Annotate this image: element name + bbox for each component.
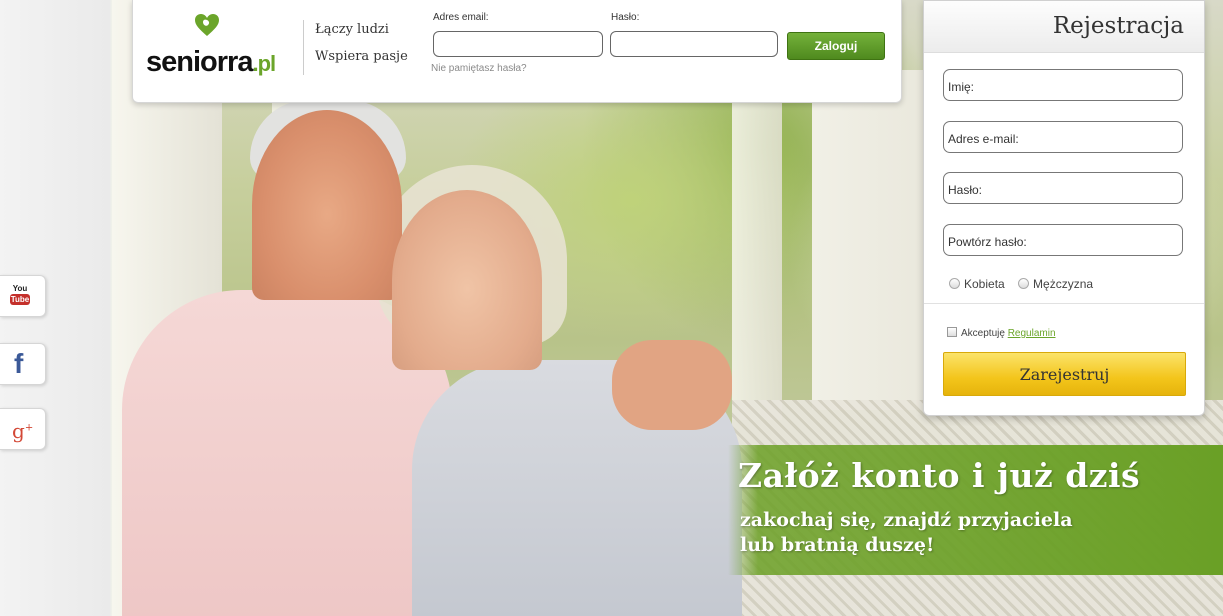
login-email-input[interactable] <box>433 31 603 57</box>
promo-subtext: zakochaj się, znajdź przyjaciela lub bra… <box>740 508 1073 558</box>
promo-line-1: zakochaj się, znajdź przyjaciela <box>740 509 1073 531</box>
password-field[interactable]: Hasło: <box>943 172 1183 204</box>
gender-selector: Kobieta Mężczyzna <box>949 277 1093 291</box>
header-card: seniorra.pl Łączy ludzi Wspiera pasje Ad… <box>132 0 902 103</box>
woman-face <box>392 190 542 370</box>
logo-name: seniorra <box>146 46 253 78</box>
youtube-icon-text-top: You <box>12 284 28 293</box>
registration-title: Rejestracja <box>1052 13 1184 39</box>
logo-tld: .pl <box>252 51 276 76</box>
email-label: Adres email: <box>433 12 489 23</box>
registration-divider <box>924 303 1204 304</box>
site-logo[interactable]: seniorra.pl <box>146 10 296 80</box>
registration-panel: Rejestracja Imię: Adres e-mail: Hasło: P… <box>923 0 1205 416</box>
logo-wordmark: seniorra.pl <box>146 46 276 79</box>
man-face <box>252 110 402 300</box>
google-plus-icon: g+ <box>12 419 33 443</box>
terms-row: Akceptuję Regulamin <box>947 327 1056 339</box>
radio-label-female: Kobieta <box>964 277 1005 291</box>
radio-label-male: Mężczyzna <box>1033 277 1094 291</box>
promo-headline: Załóż konto i już dziś <box>738 456 1141 495</box>
promo-line-2: lub bratnią duszę! <box>740 534 935 556</box>
radio-female[interactable] <box>949 278 960 289</box>
google-plus-glyph: g <box>12 419 25 443</box>
facebook-button[interactable]: f <box>0 343 46 385</box>
google-plus-sign: + <box>24 422 34 434</box>
email-field[interactable]: Adres e-mail: <box>943 121 1183 153</box>
login-button[interactable]: Zaloguj <box>787 32 885 60</box>
accept-label: Akceptuję <box>961 328 1005 339</box>
terms-link[interactable]: Regulamin <box>1008 328 1056 339</box>
radio-male[interactable] <box>1018 278 1030 289</box>
heart-logo-icon <box>195 14 219 36</box>
repeat-password-field[interactable]: Powtórz hasło: <box>943 224 1183 256</box>
accept-terms-checkbox[interactable] <box>947 327 957 337</box>
facebook-icon: f <box>14 348 24 379</box>
youtube-icon-text-bottom: Tube <box>10 294 30 305</box>
tagline-1: Łączy ludzi <box>315 22 389 37</box>
password-label: Hasło: <box>611 12 640 23</box>
youtube-icon: You Tube <box>10 284 30 310</box>
tagline-2: Wspiera pasje <box>315 49 408 64</box>
header-divider <box>303 20 304 75</box>
login-password-input[interactable] <box>610 31 778 57</box>
forgot-password-link[interactable]: Nie pamiętasz hasła? <box>431 63 527 74</box>
youtube-button[interactable]: You Tube <box>0 275 46 317</box>
first-name-field[interactable]: Imię: <box>943 69 1183 101</box>
register-button[interactable]: Zarejestruj <box>943 352 1186 396</box>
registration-header: Rejestracja <box>924 1 1204 53</box>
man-arm <box>612 340 732 430</box>
google-plus-button[interactable]: g+ <box>0 408 46 450</box>
